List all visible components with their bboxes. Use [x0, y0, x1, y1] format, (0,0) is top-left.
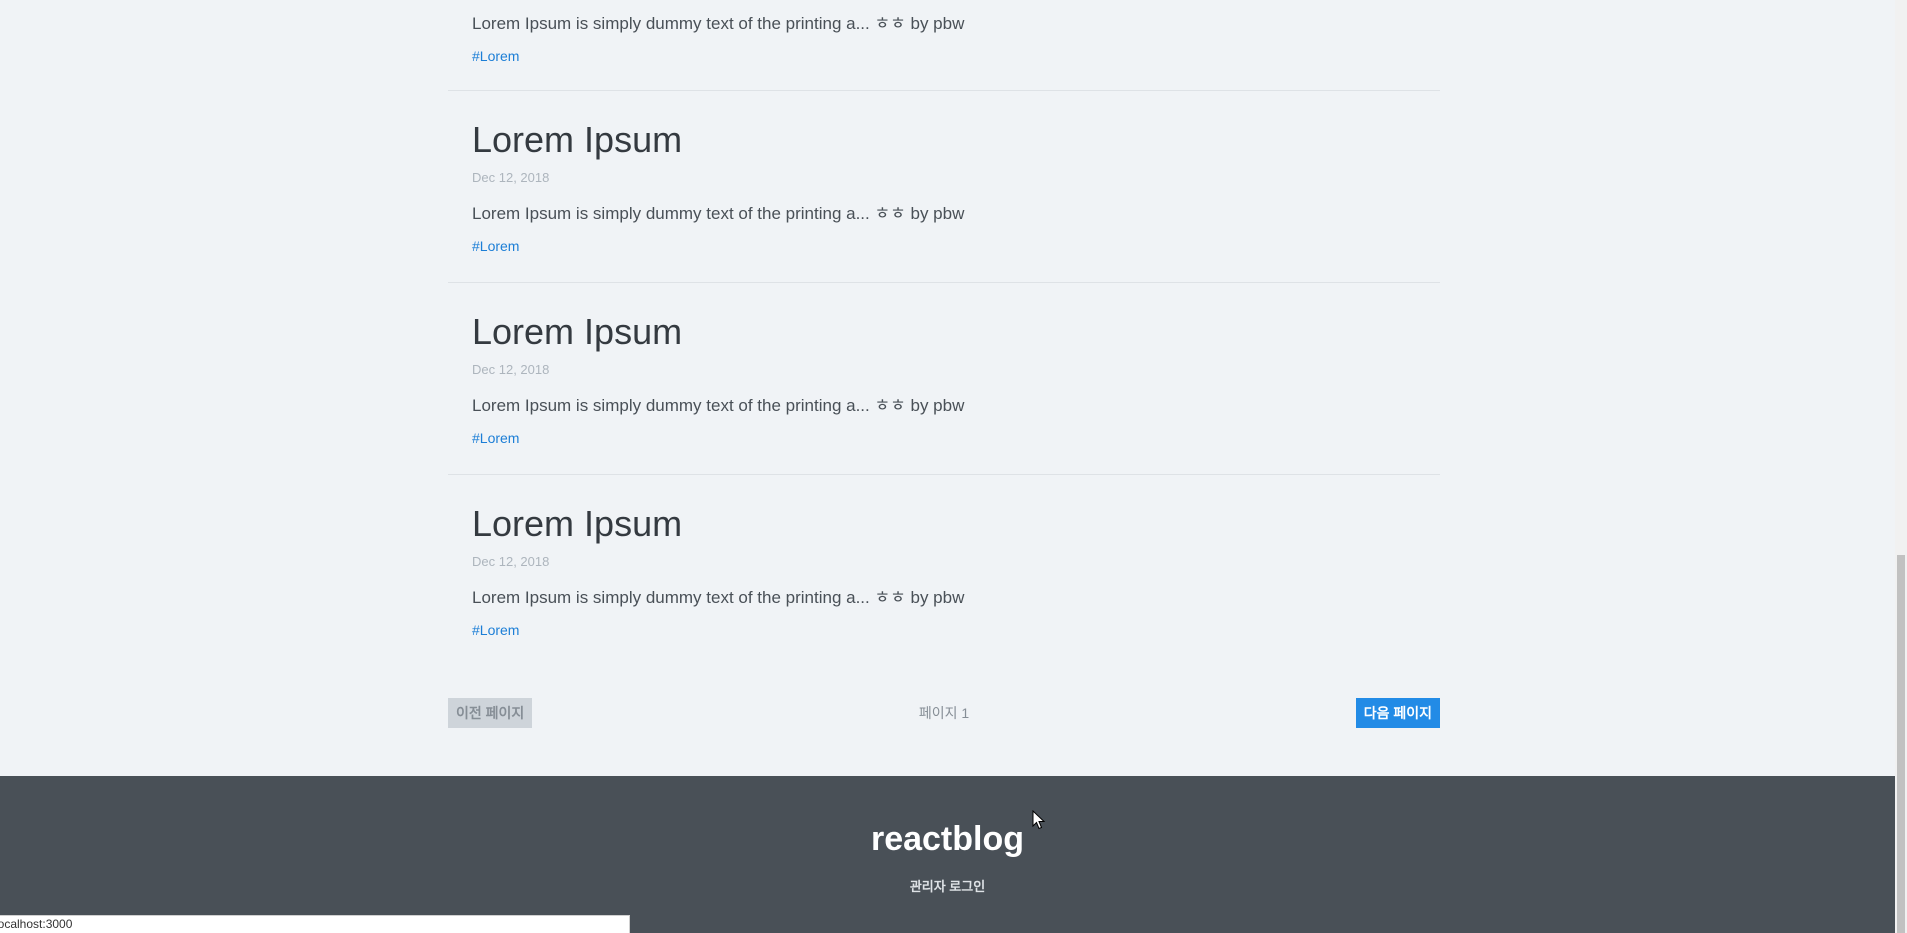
post-tag-link[interactable]: #Lorem	[472, 48, 519, 64]
post-date: Dec 12, 2018	[472, 554, 550, 569]
post-title-link[interactable]: Lorem Ipsum	[472, 503, 682, 545]
post-card: Lorem Ipsum Dec 12, 2018 Lorem Ipsum is …	[448, 475, 1440, 667]
post-excerpt: Lorem Ipsum is simply dummy text of the …	[472, 396, 965, 415]
page: Lorem Ipsum is simply dummy text of the …	[0, 0, 1907, 933]
post-card: Lorem Ipsum Dec 12, 2018 Lorem Ipsum is …	[448, 91, 1440, 283]
status-bar: localhost:3000	[0, 915, 630, 933]
post-tag-link[interactable]: #Lorem	[472, 238, 519, 254]
scrollbar-thumb[interactable]	[1897, 555, 1905, 933]
pagination: 이전 페이지 페이지 1 다음 페이지	[448, 698, 1440, 728]
post-title-link[interactable]: Lorem Ipsum	[472, 311, 682, 353]
admin-login-link[interactable]: 관리자 로그인	[0, 876, 1895, 895]
post-date: Dec 12, 2018	[472, 170, 550, 185]
footer-brand-link[interactable]: reactblog	[0, 820, 1895, 859]
status-bar-url: localhost:3000	[0, 917, 73, 931]
post-card: Lorem Ipsum is simply dummy text of the …	[448, 0, 1440, 91]
post-excerpt: Lorem Ipsum is simply dummy text of the …	[472, 14, 965, 33]
post-list: Lorem Ipsum is simply dummy text of the …	[448, 0, 1440, 667]
mouse-cursor-icon	[1032, 810, 1046, 830]
post-title-link[interactable]: Lorem Ipsum	[472, 119, 682, 161]
post-card: Lorem Ipsum Dec 12, 2018 Lorem Ipsum is …	[448, 283, 1440, 475]
page-indicator: 페이지 1	[918, 705, 970, 721]
post-tag-link[interactable]: #Lorem	[472, 430, 519, 446]
next-page-button[interactable]: 다음 페이지	[1355, 698, 1440, 728]
post-excerpt: Lorem Ipsum is simply dummy text of the …	[472, 588, 965, 607]
post-date: Dec 12, 2018	[472, 362, 550, 377]
scrollbar[interactable]	[1895, 0, 1907, 933]
footer: reactblog 관리자 로그인	[0, 776, 1895, 933]
post-tag-link[interactable]: #Lorem	[472, 622, 519, 638]
post-excerpt: Lorem Ipsum is simply dummy text of the …	[472, 204, 965, 223]
